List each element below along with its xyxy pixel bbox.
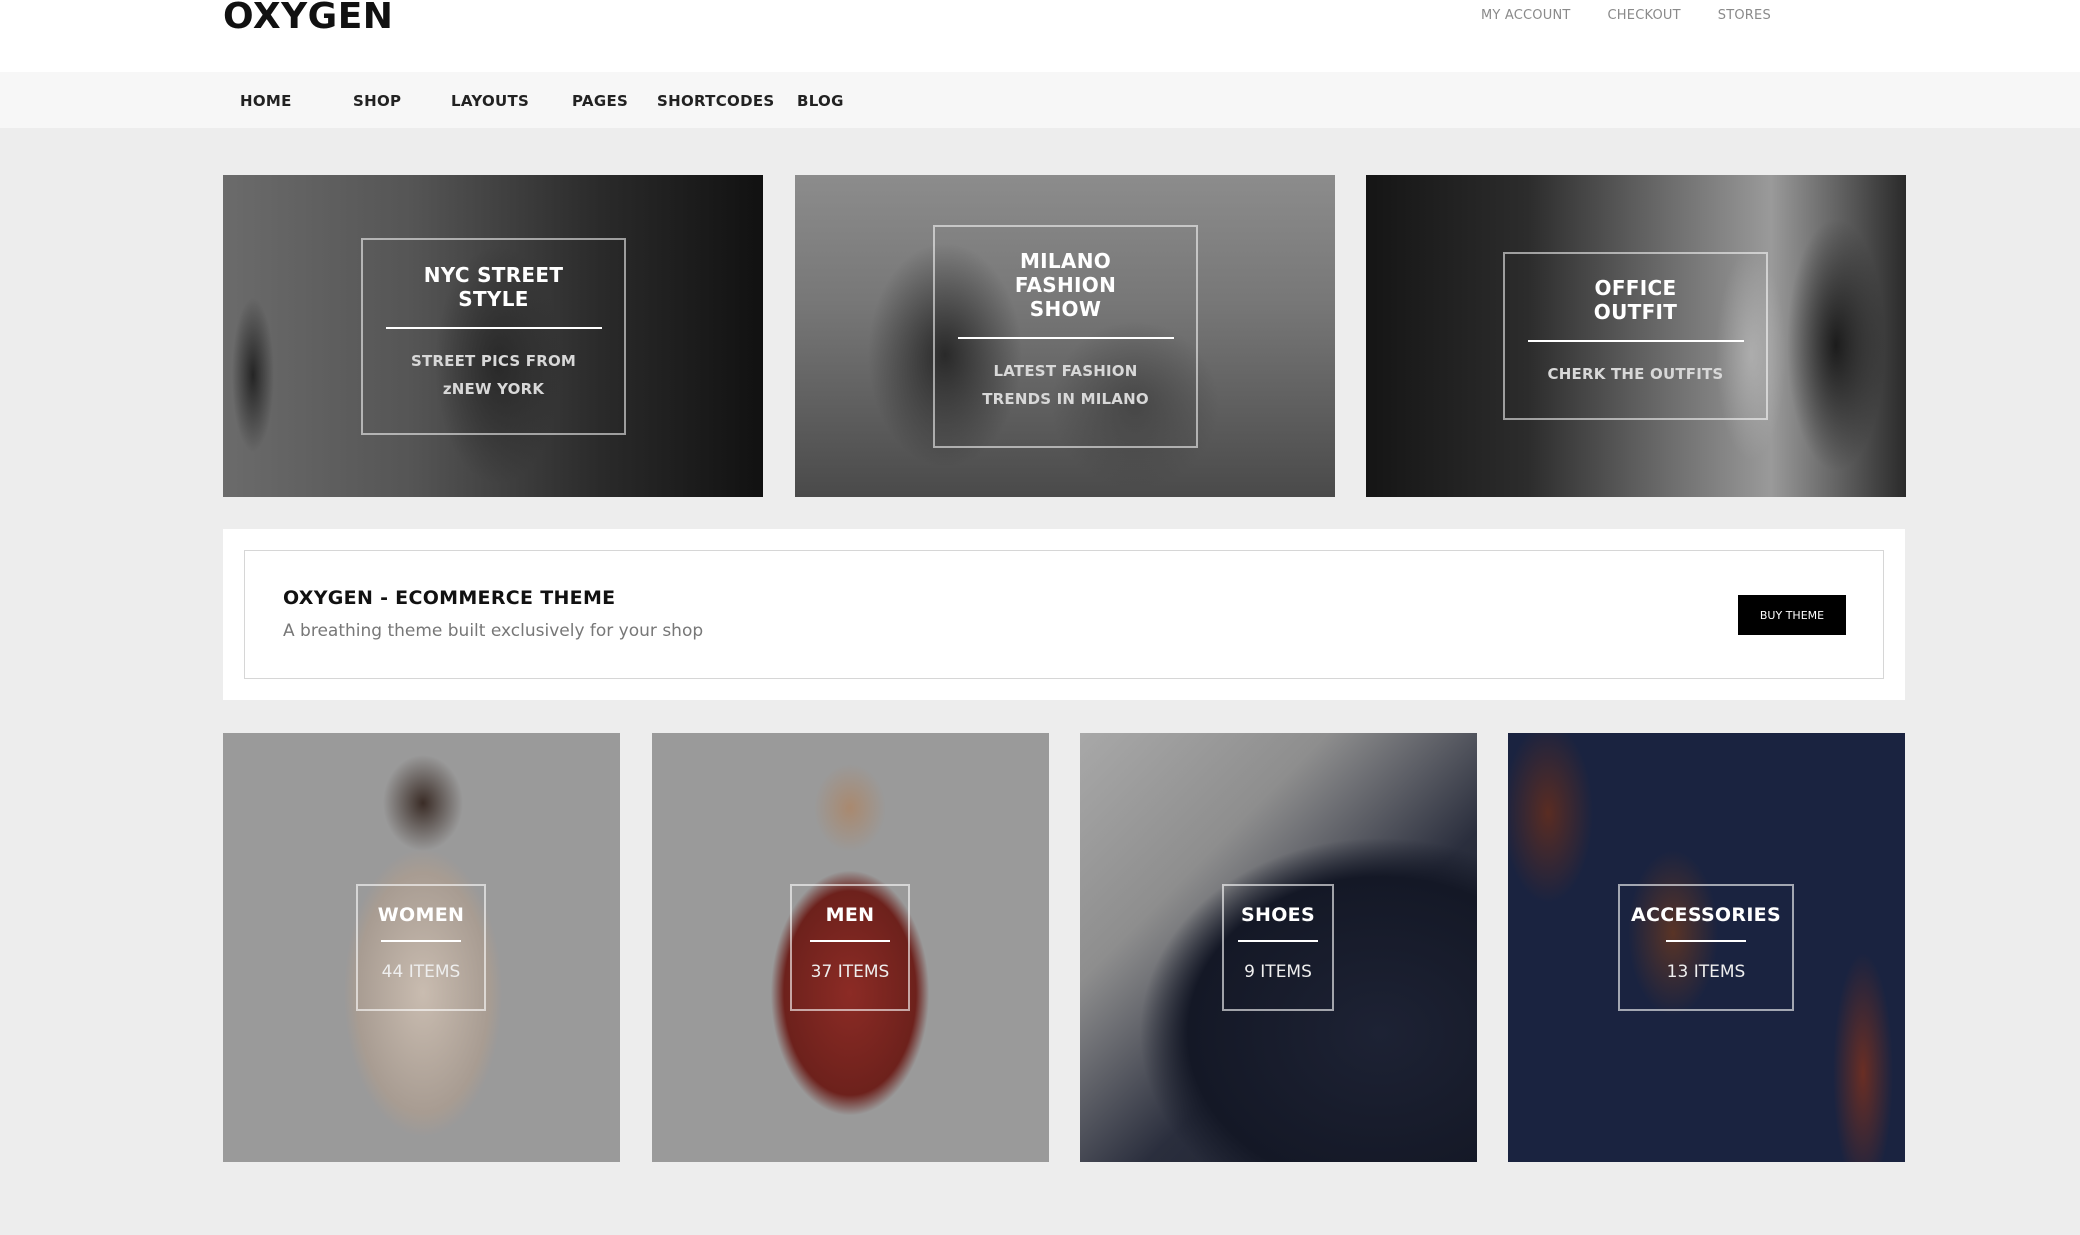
banner-caption-box: NYC STREET STYLE STREET PICS FROM zNEW Y… (361, 238, 626, 435)
category-divider (1666, 940, 1746, 942)
category-tile-men[interactable]: MEN 37 ITEMS (652, 733, 1049, 1162)
banner-title-line: OFFICE (1594, 276, 1677, 300)
nav-item-layouts[interactable]: LAYOUTS (451, 92, 529, 110)
category-count: 37 ITEMS (810, 962, 890, 982)
category-name: MEN (825, 904, 875, 926)
banner-subtitle-line: STREET PICS FROM (410, 352, 577, 370)
category-name: ACCESSORIES (1631, 904, 1781, 926)
main-nav (0, 72, 2080, 128)
banner-title-line: STYLE (458, 287, 529, 311)
promo-box: OXYGEN - ECOMMERCE THEME A breathing the… (244, 550, 1884, 679)
banner-subtitle: STREET PICS FROM zNEW YORK (363, 347, 624, 403)
banner-title-line: SHOW (1029, 297, 1102, 321)
banner-subtitle-line: TRENDS IN MILANO (982, 390, 1149, 408)
site-header: OXYGEN MY ACCOUNT CHECKOUT STORES (0, 0, 2080, 72)
top-links: MY ACCOUNT CHECKOUT STORES (1481, 8, 1771, 23)
nav-item-pages[interactable]: PAGES (572, 92, 628, 110)
nav-item-shop[interactable]: SHOP (353, 92, 401, 110)
banner-nyc-street-style[interactable]: NYC STREET STYLE STREET PICS FROM zNEW Y… (223, 175, 763, 497)
banner-title: OFFICE OUTFIT (1505, 276, 1766, 324)
category-count: 13 ITEMS (1666, 962, 1746, 982)
banner-subtitle: CHERK THE OUTFITS (1505, 360, 1766, 388)
category-name: WOMEN (377, 904, 465, 926)
category-divider (1238, 940, 1318, 942)
banner-caption-box: OFFICE OUTFIT CHERK THE OUTFITS (1503, 252, 1768, 420)
banner-subtitle: LATEST FASHION TRENDS IN MILANO (935, 357, 1196, 413)
category-tile-shoes[interactable]: SHOES 9 ITEMS (1080, 733, 1477, 1162)
banner-divider (385, 327, 602, 329)
banner-caption-box: MILANO FASHION SHOW LATEST FASHION TREND… (933, 225, 1198, 448)
nav-item-blog[interactable]: BLOG (797, 92, 844, 110)
banner-title-line: FASHION (1014, 273, 1117, 297)
site-logo[interactable]: OXYGEN (223, 0, 393, 37)
category-name: SHOES (1241, 904, 1315, 926)
nav-item-shortcodes[interactable]: SHORTCODES (657, 92, 774, 110)
promo-title: OXYGEN - ECOMMERCE THEME (283, 587, 616, 609)
category-divider (810, 940, 890, 942)
nav-item-home[interactable]: HOME (240, 92, 292, 110)
buy-theme-button[interactable]: BUY THEME (1738, 595, 1846, 635)
banner-title: NYC STREET STYLE (363, 263, 624, 311)
banner-subtitle-line: CHERK THE OUTFITS (1547, 365, 1724, 383)
category-divider (381, 940, 461, 942)
banner-divider (1527, 340, 1744, 342)
category-caption-box: WOMEN 44 ITEMS (356, 884, 486, 1011)
banner-divider (957, 337, 1174, 339)
promo-subtitle: A breathing theme built exclusively for … (283, 621, 704, 641)
banner-subtitle-line: LATEST FASHION (993, 362, 1138, 380)
category-caption-box: MEN 37 ITEMS (790, 884, 910, 1011)
banner-office-outfit[interactable]: OFFICE OUTFIT CHERK THE OUTFITS (1366, 175, 1906, 497)
banner-title-line: OUTFIT (1593, 300, 1678, 324)
category-caption-box: SHOES 9 ITEMS (1222, 884, 1334, 1011)
banner-title: MILANO FASHION SHOW (935, 249, 1196, 321)
category-tile-women[interactable]: WOMEN 44 ITEMS (223, 733, 620, 1162)
promo-section: OXYGEN - ECOMMERCE THEME A breathing the… (223, 529, 1905, 700)
banner-milano-fashion-show[interactable]: MILANO FASHION SHOW LATEST FASHION TREND… (795, 175, 1335, 497)
category-caption-box: ACCESSORIES 13 ITEMS (1618, 884, 1794, 1011)
category-tile-accessories[interactable]: ACCESSORIES 13 ITEMS (1508, 733, 1905, 1162)
category-count: 9 ITEMS (1244, 962, 1312, 982)
stores-link[interactable]: STORES (1718, 8, 1771, 23)
banner-title-line: MILANO (1019, 249, 1112, 273)
banner-title-line: NYC STREET (423, 263, 564, 287)
category-count: 44 ITEMS (381, 962, 461, 982)
my-account-link[interactable]: MY ACCOUNT (1481, 8, 1571, 23)
checkout-link[interactable]: CHECKOUT (1608, 8, 1681, 23)
banner-subtitle-line: zNEW YORK (442, 380, 545, 398)
